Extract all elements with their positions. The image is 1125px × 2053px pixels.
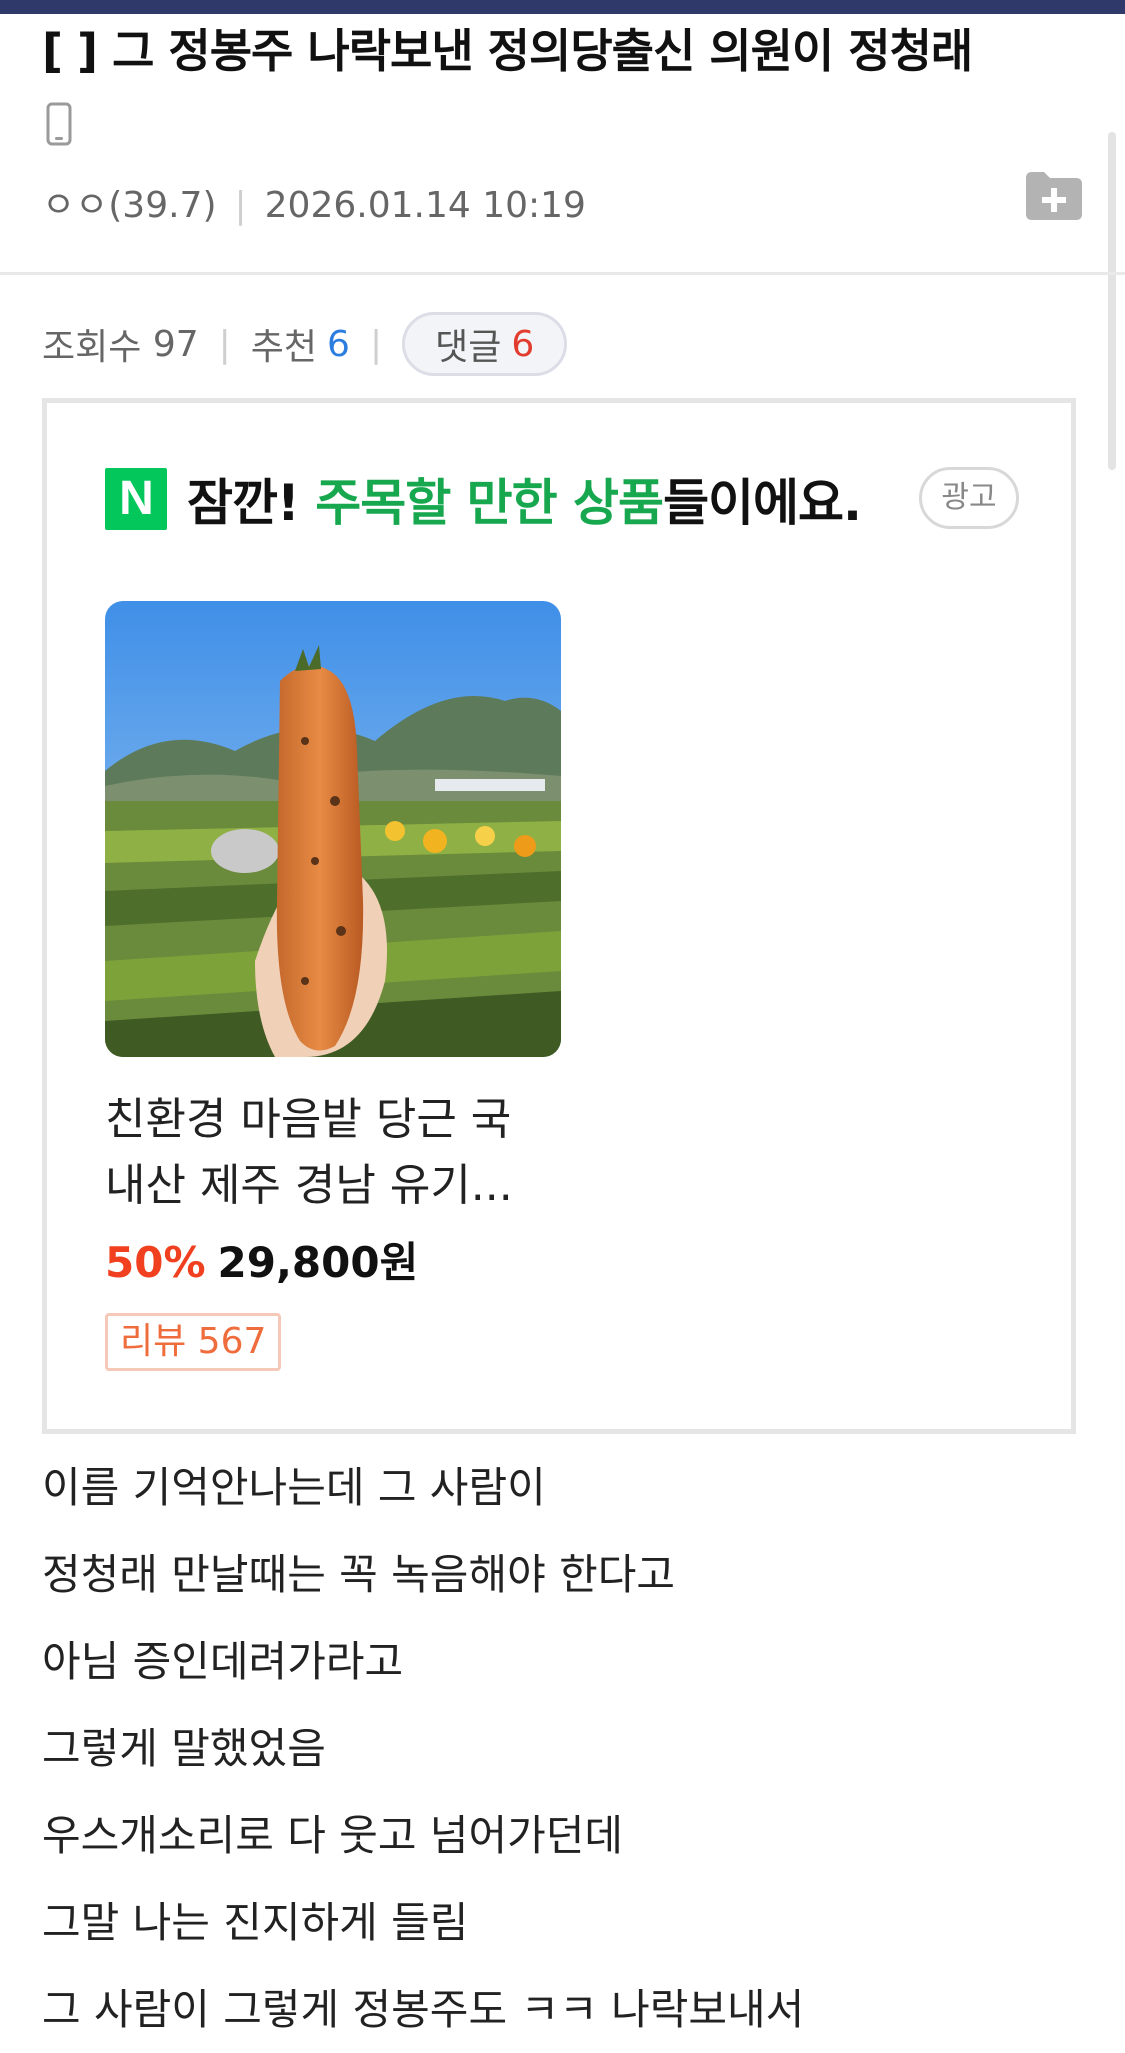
recommend-label: 추천: [250, 327, 318, 368]
scrollbar[interactable]: [1108, 132, 1116, 470]
post-body: 이름 기억안나는데 그 사람이 정청래 만날때는 꼭 녹음해야 한다고 아님 증…: [42, 1444, 1082, 2053]
product-image[interactable]: [105, 601, 561, 1057]
views-label: 조회수: [42, 327, 142, 368]
body-line: 이름 기억안나는데 그 사람이: [42, 1463, 546, 1512]
product-name[interactable]: 친환경 마음밭 당근 국내산 제주 경남 유기...: [105, 1087, 545, 1219]
ad-heading-suffix: 들이에요.: [663, 474, 862, 532]
post-title: [ ] 그 정봉주 나락보낸 정의당출신 의원이 정청래: [42, 24, 973, 78]
post-stats: 조회수 97 | 추천 6 | 댓글 6: [42, 312, 568, 376]
price-value: 29,800: [217, 1238, 380, 1287]
stats-divider: |: [369, 323, 383, 365]
body-line: 그렇게 말했었음: [42, 1724, 326, 1773]
naver-logo-icon: N: [105, 468, 167, 530]
product-price: 50% 29,800원: [105, 1229, 418, 1290]
ad-container: N 잠깐! 주목할 만한 상품 들이에요. 광고 친환경 마음밭 당근 국내산 …: [42, 398, 1076, 1434]
post-meta: ㅇㅇ(39.7) | 2026.01.14 10:19: [42, 178, 586, 234]
top-bar: [0, 0, 1125, 14]
views-count: 97: [152, 323, 199, 365]
comments-button[interactable]: 댓글 6: [402, 312, 568, 376]
recommend-count: 6: [327, 323, 350, 365]
comments-count: 6: [511, 323, 535, 365]
mobile-device-icon: [46, 102, 72, 146]
body-line: 아님 증인데려가라고: [42, 1637, 404, 1686]
folder-add-icon[interactable]: [1022, 168, 1084, 222]
body-line: 그 사람이 그렇게 정봉주도 ㅋㅋ 나락보내서: [42, 1985, 805, 2034]
review-badge: 리뷰 567: [105, 1313, 282, 1371]
body-line: 우스개소리로 다 웃고 넘어가던데: [42, 1811, 624, 1860]
price-currency: 원: [379, 1238, 419, 1287]
author-name[interactable]: ㅇㅇ(39.7): [42, 185, 217, 226]
stats-divider: |: [218, 323, 231, 365]
post-datetime: 2026.01.14 10:19: [264, 185, 586, 226]
ad-badge[interactable]: 광고: [919, 467, 1019, 529]
ad-heading: N 잠깐! 주목할 만한 상품 들이에요.: [105, 463, 862, 535]
header-divider: [0, 272, 1125, 275]
comments-label: 댓글: [435, 327, 502, 368]
body-line: 그말 나는 진지하게 들림: [42, 1898, 469, 1947]
ad-heading-prefix: 잠깐!: [187, 474, 300, 532]
meta-divider: |: [234, 185, 247, 226]
discount-rate: 50%: [105, 1238, 206, 1287]
ad-heading-highlight: 주목할 만한 상품: [315, 474, 664, 532]
body-line: 정청래 만날때는 꼭 녹음해야 한다고: [42, 1550, 676, 1599]
